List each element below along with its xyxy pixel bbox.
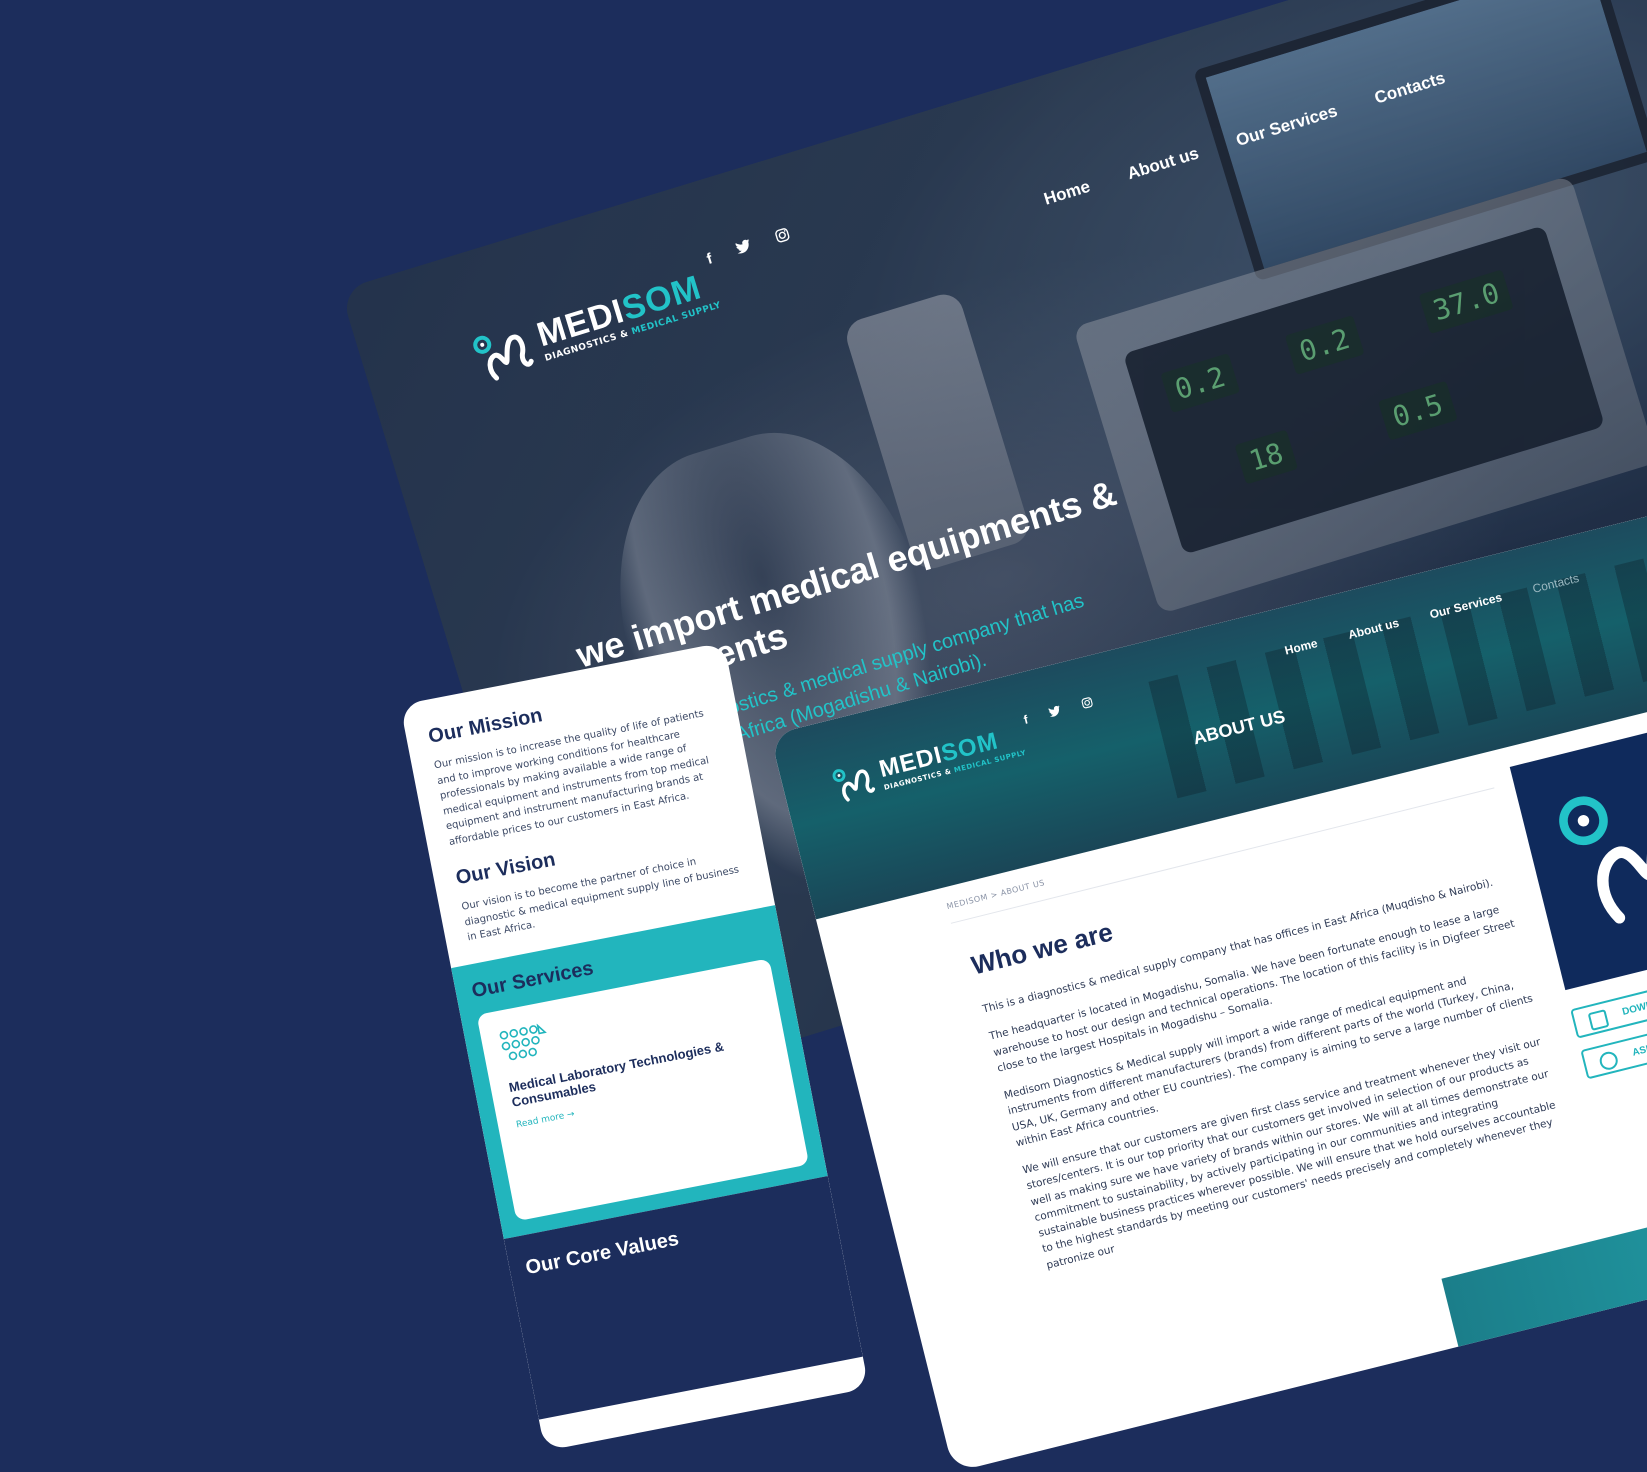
document-icon xyxy=(1587,1009,1610,1031)
ask-label: ASK xyxy=(1631,1042,1647,1059)
bottom-photo xyxy=(1441,1167,1647,1357)
facebook-icon[interactable]: f xyxy=(1022,712,1029,727)
instagram-icon[interactable] xyxy=(1080,696,1094,712)
medisom-logo-icon xyxy=(832,769,876,802)
lab-dots-icon xyxy=(499,1022,547,1060)
download-label: DOWNLO xyxy=(1621,995,1647,1018)
section-heading: Who we are xyxy=(968,916,1116,981)
social-links: f xyxy=(1022,696,1094,727)
service-card[interactable]: Medical Laboratory Technologies & Consum… xyxy=(476,957,810,1221)
skype-icon xyxy=(1597,1049,1620,1072)
brand-logo-panel xyxy=(1509,708,1647,991)
twitter-icon[interactable] xyxy=(1047,704,1062,720)
showcase-stage: 0.2 0.2 37.0 18 0.5 MEDISOM DIAGNOSTICS … xyxy=(0,0,1647,1472)
brand-logo[interactable]: MEDISOM DIAGNOSTICS & MEDICAL SUPPLY xyxy=(830,721,1028,807)
medisom-logo-icon xyxy=(1559,796,1647,924)
